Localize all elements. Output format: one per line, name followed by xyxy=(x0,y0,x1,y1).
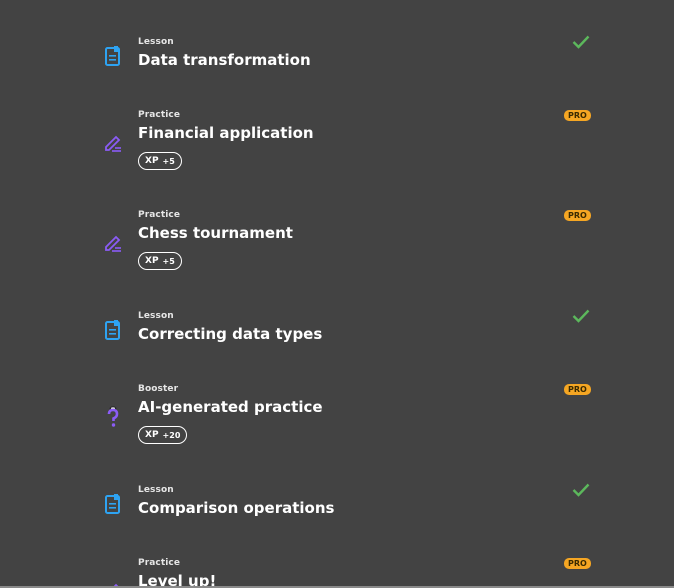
lesson-icon xyxy=(100,317,126,343)
xp-label: XP xyxy=(145,256,159,266)
practice-pencil-icon xyxy=(100,230,126,256)
item-title: Chess tournament xyxy=(138,224,293,242)
list-item[interactable]: Lesson Correcting data types xyxy=(100,308,600,361)
xp-label: XP xyxy=(145,430,159,440)
check-icon xyxy=(572,482,590,501)
item-title: AI-generated practice xyxy=(138,398,323,416)
item-type: Practice xyxy=(138,110,181,120)
practice-pencil-icon xyxy=(100,130,126,156)
xp-badge: XP +5 xyxy=(138,252,182,270)
list-item[interactable]: Lesson Comparison operations xyxy=(100,482,600,535)
lesson-icon xyxy=(100,43,126,69)
item-type: Booster xyxy=(138,384,179,394)
xp-value: +5 xyxy=(162,256,175,266)
item-type: Lesson xyxy=(138,485,174,495)
xp-label: XP xyxy=(145,156,159,166)
list-item[interactable]: Lesson Data transformation xyxy=(100,34,600,87)
item-title: Data transformation xyxy=(138,51,311,69)
list-item[interactable]: Practice Level up! PRO xyxy=(100,558,600,588)
item-title: Correcting data types xyxy=(138,325,323,343)
item-type: Lesson xyxy=(138,37,174,47)
item-type: Practice xyxy=(138,210,181,220)
xp-badge: XP +5 xyxy=(138,152,182,170)
lesson-icon xyxy=(100,491,126,517)
list-item[interactable]: Practice Chess tournament XP +5 PRO xyxy=(100,210,600,280)
check-icon xyxy=(572,34,590,53)
pro-badge: PRO xyxy=(564,558,591,569)
check-icon xyxy=(572,308,590,327)
list-item[interactable]: Practice Financial application XP +5 PRO xyxy=(100,110,600,180)
item-type: Lesson xyxy=(138,311,174,321)
xp-value: +5 xyxy=(162,156,175,166)
list-item[interactable]: Booster AI-generated practice XP +20 PRO xyxy=(100,384,600,454)
item-type: Practice xyxy=(138,558,181,568)
booster-question-icon xyxy=(100,404,126,430)
pro-badge: PRO xyxy=(564,384,591,395)
xp-value: +20 xyxy=(162,430,181,440)
pro-badge: PRO xyxy=(564,210,591,221)
pro-badge: PRO xyxy=(564,110,591,121)
item-title: Financial application xyxy=(138,124,314,142)
xp-badge: XP +20 xyxy=(138,426,188,444)
item-title: Comparison operations xyxy=(138,499,335,517)
